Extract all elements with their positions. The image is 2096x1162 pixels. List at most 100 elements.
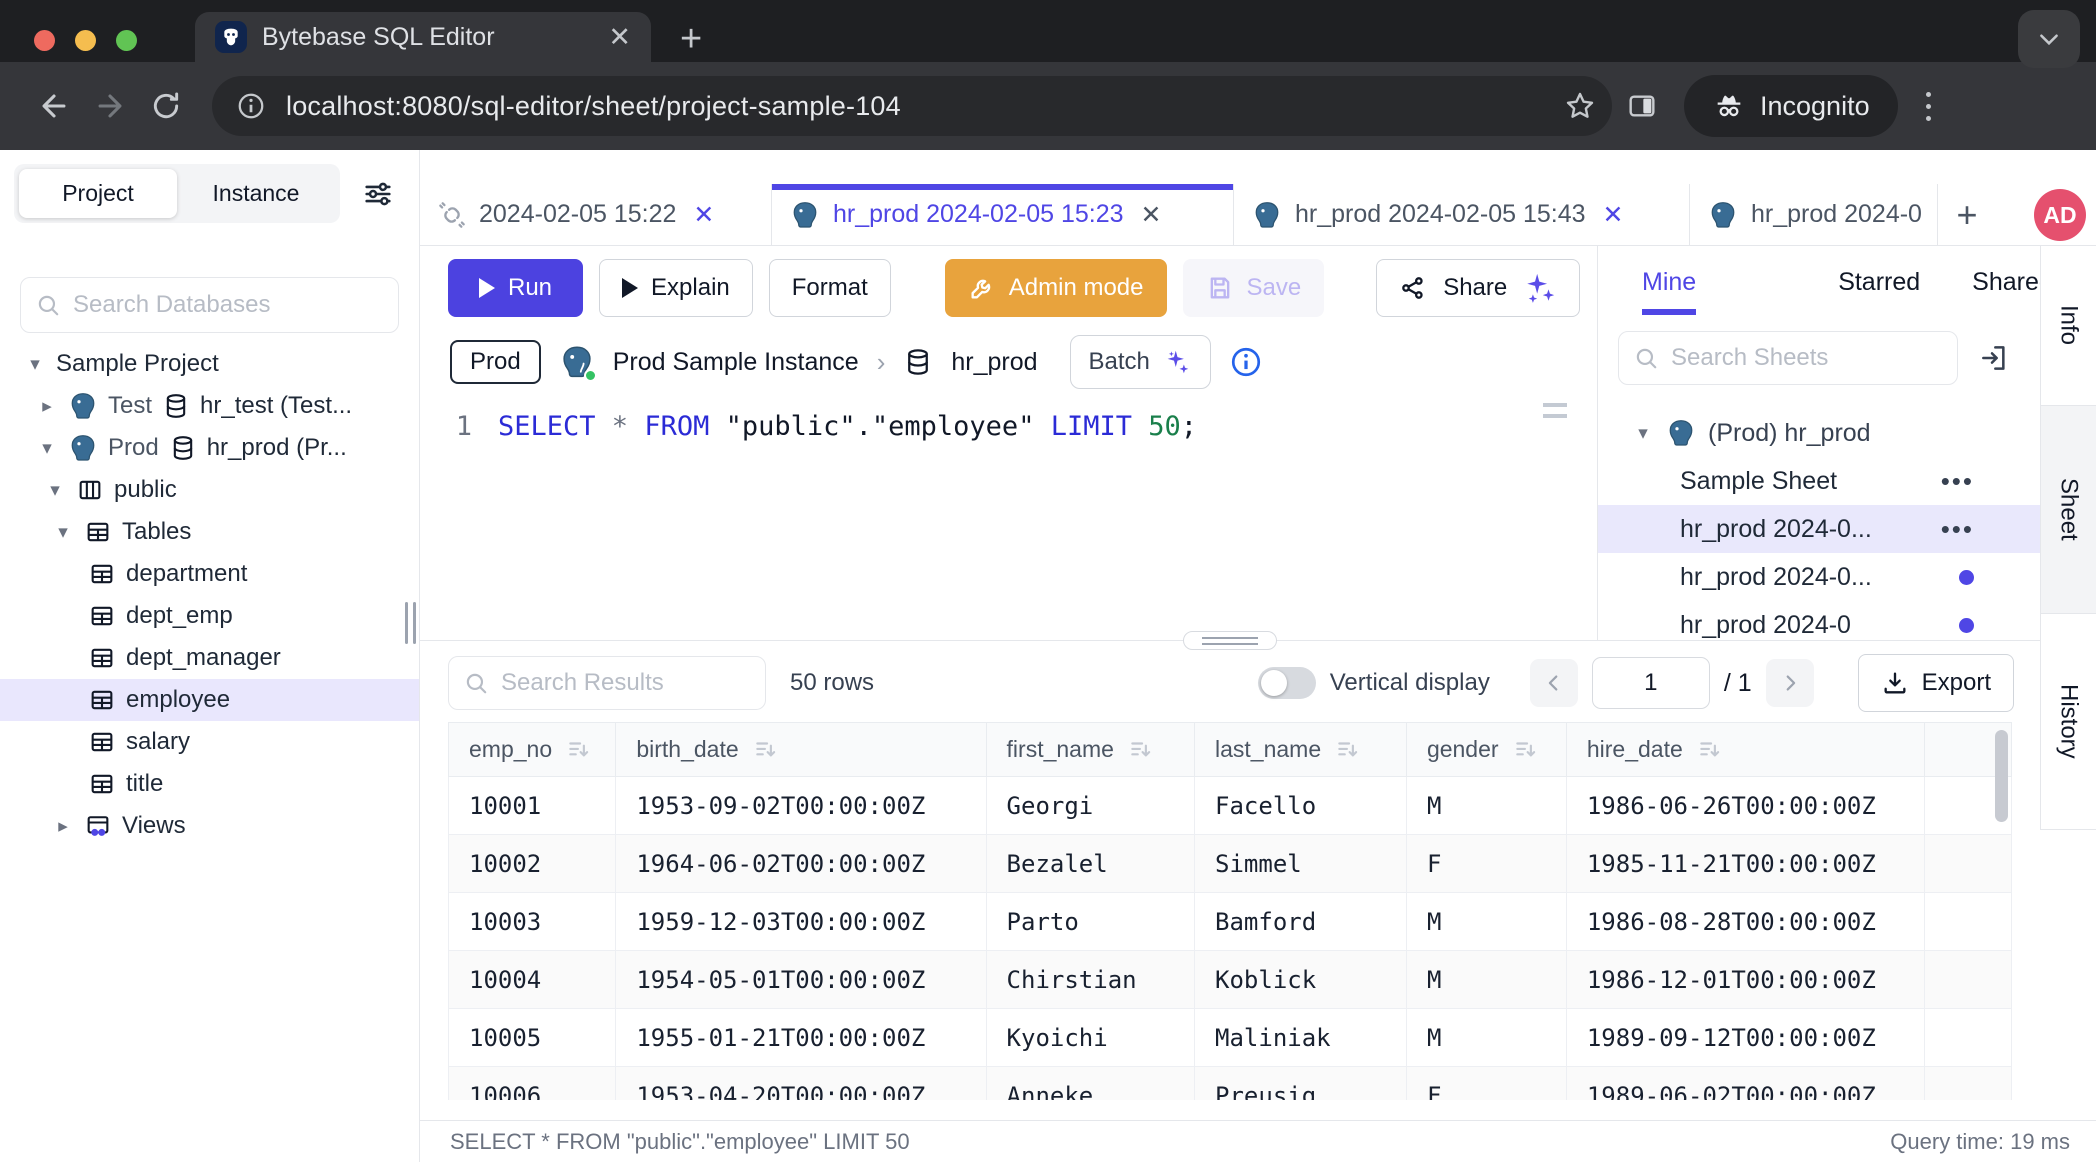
editor-tab-hr-prod-2024-02-05-15-23[interactable]: hr_prod 2024-02-05 15:23✕	[772, 184, 1234, 245]
save-button[interactable]: Save	[1183, 259, 1325, 317]
format-button[interactable]: Format	[769, 259, 891, 317]
bookmark-star-icon[interactable]	[1564, 90, 1596, 122]
table-cell: Facello	[1195, 777, 1407, 835]
browser-tab-title: Bytebase SQL Editor	[262, 23, 593, 52]
browser-tab-close-icon[interactable]: ✕	[608, 24, 631, 51]
sort-icon[interactable]	[1128, 737, 1154, 763]
export-button[interactable]: Export	[1858, 654, 2014, 712]
database-name[interactable]: hr_prod	[951, 348, 1037, 377]
table-scrollbar[interactable]	[1995, 730, 2008, 822]
sort-icon[interactable]	[566, 737, 592, 763]
zoom-window-button[interactable]	[116, 30, 137, 51]
forward-button[interactable]	[82, 89, 138, 123]
tree-item-public[interactable]: ▾public	[0, 469, 419, 511]
tree-item-tables[interactable]: ▾Tables	[0, 511, 419, 553]
tab-instance[interactable]: Instance	[177, 169, 335, 218]
tree-item-hr-test-test[interactable]: ▸Testhr_test (Test...	[0, 385, 419, 427]
sheet-item-label: hr_prod 2024-0	[1680, 611, 1851, 640]
editor-tab-hr-prod-2024-0[interactable]: hr_prod 2024-0	[1690, 184, 1938, 245]
run-button[interactable]: Run	[448, 259, 583, 317]
address-bar[interactable]: localhost:8080/sql-editor/sheet/project-…	[212, 76, 1612, 136]
editor-tab-hr-prod-2024-02-05-15-43[interactable]: hr_prod 2024-02-05 15:43✕	[1234, 184, 1690, 245]
tab-project[interactable]: Project	[19, 169, 177, 218]
tree-item-employee[interactable]: employee	[0, 679, 419, 721]
tree-item-views[interactable]: ▸Views	[0, 805, 419, 847]
sort-icon[interactable]	[753, 737, 779, 763]
column-header-hire-date[interactable]: hire_date	[1566, 723, 1925, 777]
side-tab-info[interactable]: Info	[2040, 246, 2096, 406]
side-panel-icon[interactable]	[1626, 90, 1658, 122]
instance-name[interactable]: Prod Sample Instance	[613, 348, 859, 377]
new-sheet-tab-button[interactable]: +	[1938, 184, 1996, 245]
table-cell: 1986-08-28T00:00:00Z	[1566, 893, 1925, 951]
side-tab-history[interactable]: History	[2040, 614, 2096, 830]
sort-icon[interactable]	[1335, 737, 1361, 763]
close-tab-icon[interactable]: ✕	[693, 200, 714, 230]
results-search-input[interactable]	[501, 669, 751, 697]
tree-item-salary[interactable]: salary	[0, 721, 419, 763]
user-avatar[interactable]: AD	[2034, 189, 2086, 241]
site-info-icon[interactable]	[236, 91, 266, 121]
browser-tab[interactable]: Bytebase SQL Editor ✕	[195, 12, 651, 62]
sheet-search[interactable]	[1618, 331, 1958, 385]
results-search[interactable]	[448, 656, 766, 710]
column-header-gender[interactable]: gender	[1406, 723, 1566, 777]
table-cell: 1986-06-26T00:00:00Z	[1566, 777, 1925, 835]
tree-item-hr-prod-pr[interactable]: ▾Prodhr_prod (Pr...	[0, 427, 419, 469]
sheet-item-hr-prod-2024-0-2[interactable]: hr_prod 2024-0...	[1598, 553, 2040, 601]
sheet-menu-icon[interactable]: •••	[1941, 514, 1974, 545]
sheet-menu-icon[interactable]: •••	[1941, 466, 1974, 497]
prev-page-button[interactable]	[1530, 659, 1578, 707]
close-tab-icon[interactable]: ✕	[1603, 200, 1624, 230]
page-number-input[interactable]	[1592, 657, 1710, 709]
sql-editor[interactable]: 1 SELECT * FROM "public"."employee" LIMI…	[420, 389, 1597, 442]
tab-search-button[interactable]	[2018, 10, 2080, 68]
import-sheet-icon[interactable]	[1978, 342, 2010, 374]
sheet-group[interactable]: ▾ (Prod) hr_prod	[1598, 409, 2040, 457]
sidebar-resize-handle[interactable]	[405, 602, 416, 644]
column-header-last-name[interactable]: last_name	[1195, 723, 1407, 777]
database-search[interactable]	[20, 277, 399, 333]
minimize-window-button[interactable]	[75, 30, 96, 51]
filter-sliders-icon[interactable]	[361, 177, 395, 211]
sheets-tab-shared-w[interactable]: Shared w	[1972, 268, 2040, 309]
sheet-item-sample-sheet-0[interactable]: Sample Sheet•••	[1598, 457, 2040, 505]
reload-button[interactable]	[138, 90, 194, 122]
back-button[interactable]	[26, 89, 82, 123]
sheet-item-hr-prod-2024-0-3[interactable]: hr_prod 2024-0	[1598, 601, 2040, 640]
close-tab-icon[interactable]: ✕	[1141, 200, 1162, 230]
editor-tab-2024-02-05-15-22[interactable]: 2024-02-05 15:22✕	[420, 184, 772, 245]
tree-item-sample-project[interactable]: ▾Sample Project	[0, 343, 419, 385]
share-button[interactable]: Share	[1376, 259, 1580, 317]
new-browser-tab-button[interactable]: +	[680, 20, 702, 58]
tree-item-department[interactable]: department	[0, 553, 419, 595]
side-tab-sheet[interactable]: Sheet	[2040, 406, 2096, 614]
column-label: gender	[1427, 736, 1499, 763]
next-page-button[interactable]	[1766, 659, 1814, 707]
panel-resize-grip[interactable]	[1183, 631, 1277, 650]
batch-button[interactable]: Batch	[1070, 335, 1211, 389]
table-cell: 10002	[449, 835, 616, 893]
tree-item-dept-manager[interactable]: dept_manager	[0, 637, 419, 679]
column-header-emp-no[interactable]: emp_no	[449, 723, 616, 777]
sheet-search-input[interactable]	[1671, 344, 1943, 372]
editor-scrollbar-marks[interactable]	[1543, 403, 1567, 418]
column-header-first-name[interactable]: first_name	[986, 723, 1194, 777]
admin-mode-button[interactable]: Admin mode	[945, 259, 1167, 317]
sort-icon[interactable]	[1513, 737, 1539, 763]
explain-button[interactable]: Explain	[599, 259, 753, 317]
tree-item-label: employee	[126, 686, 230, 714]
database-search-input[interactable]	[73, 291, 384, 319]
sort-icon[interactable]	[1697, 737, 1723, 763]
table-cell: F	[1406, 835, 1566, 893]
browser-menu-icon[interactable]	[1926, 92, 1931, 121]
sheets-tab-starred[interactable]: Starred	[1838, 268, 1920, 309]
tree-item-title[interactable]: title	[0, 763, 419, 805]
close-window-button[interactable]	[34, 30, 55, 51]
tree-item-dept-emp[interactable]: dept_emp	[0, 595, 419, 637]
info-icon[interactable]	[1229, 345, 1263, 379]
vertical-display-toggle[interactable]	[1258, 667, 1316, 699]
column-header-birth-date[interactable]: birth_date	[616, 723, 986, 777]
sheets-tab-mine[interactable]: Mine	[1642, 268, 1696, 315]
sheet-item-hr-prod-2024-0-1[interactable]: hr_prod 2024-0...•••	[1598, 505, 2040, 553]
